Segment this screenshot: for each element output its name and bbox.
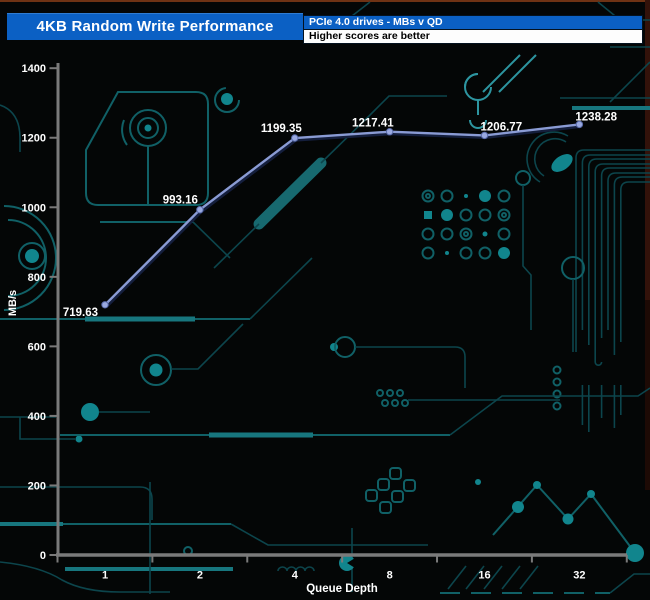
- chart-subtitle-box: PCIe 4.0 drives - MBs v QD Higher scores…: [303, 15, 643, 44]
- chart-title: 4KB Random Write Performance: [36, 18, 274, 35]
- data-point-label: 1238.28: [575, 111, 617, 123]
- x-tick-label: 2: [197, 570, 203, 582]
- y-tick-label: 1400: [22, 63, 46, 75]
- y-tick-label: 600: [28, 341, 46, 353]
- data-point-marker: [101, 301, 109, 309]
- data-point-marker: [291, 134, 299, 142]
- chart-title-bar: 4KB Random Write Performance: [7, 13, 303, 40]
- y-axis-title: MB/s: [7, 290, 19, 316]
- y-tick-label: 200: [28, 480, 46, 492]
- y-tick-label: 800: [28, 272, 46, 284]
- data-point-label: 1199.35: [261, 123, 303, 135]
- y-tick-label: 400: [28, 411, 46, 423]
- x-axis-title: Queue Depth: [306, 583, 378, 595]
- line-chart: MB/s Queue Depth 02004006008001000120014…: [7, 63, 628, 595]
- x-tick-label: 4: [292, 570, 299, 582]
- chart-subtitle: PCIe 4.0 drives - MBs v QD: [303, 15, 643, 29]
- series-line-shadow: [104, 123, 581, 308]
- chart-frame: MB/s Queue Depth 0 200 400 600 800 1000 1200 14…: [0, 0, 650, 600]
- data-point-label: 993.16: [163, 195, 198, 207]
- x-tick-label: 8: [387, 570, 393, 582]
- data-point-label: 719.63: [63, 307, 98, 319]
- data-point-marker: [196, 206, 204, 214]
- chart-note: Higher scores are better: [303, 29, 643, 44]
- series-line: [104, 123, 580, 306]
- x-tick-label: 32: [573, 570, 585, 582]
- data-point-label: 1206.77: [481, 121, 523, 133]
- y-tick-label: 0: [40, 550, 46, 562]
- y-tick-label: 1000: [22, 202, 46, 214]
- x-tick-label: 1: [102, 570, 108, 582]
- x-tick-label: 16: [478, 570, 490, 582]
- data-point-label: 1217.41: [352, 118, 394, 130]
- y-tick-label: 1200: [22, 133, 46, 145]
